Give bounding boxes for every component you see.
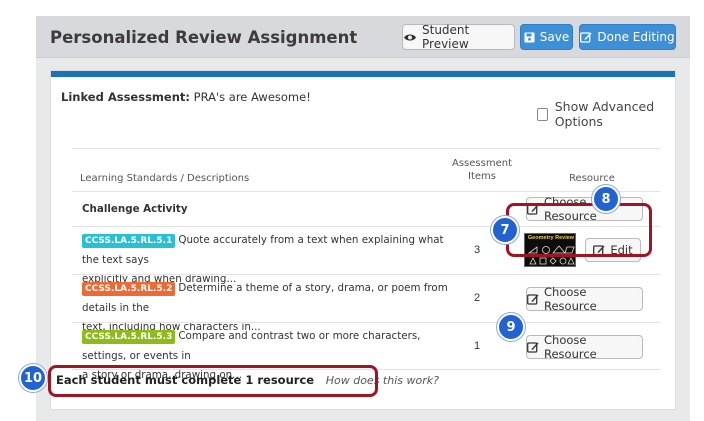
- col-header-items-line2: Items: [468, 171, 496, 182]
- standard-code-tag: CCSS.LA.5.RL.5.1: [82, 234, 176, 248]
- advanced-options-toggle[interactable]: Show Advanced Options: [537, 99, 675, 129]
- save-button[interactable]: Save: [520, 24, 573, 50]
- linked-assessment-value: PRA's are Awesome!: [193, 90, 311, 104]
- standard-code-tag: CCSS.LA.5.RL.5.3: [82, 330, 176, 344]
- assessment-item-count: 3: [474, 244, 481, 256]
- standard-code-tag: CCSS.LA.5.RL.5.2: [82, 282, 176, 296]
- highlight-box-resource: [506, 203, 652, 257]
- page-title: Personalized Review Assignment: [50, 28, 358, 47]
- choose-resource-label: Choose Resource: [544, 285, 597, 313]
- choose-resource-button[interactable]: Choose Resource: [526, 333, 643, 361]
- linked-assessment: Linked Assessment: PRA's are Awesome!: [61, 90, 311, 104]
- assessment-item-count: 1: [474, 340, 481, 352]
- callout-badge: 10: [19, 364, 47, 392]
- choose-resource-label: Choose Resource: [544, 333, 597, 361]
- student-preview-label: Student Preview: [422, 23, 470, 51]
- edit-icon: [580, 31, 592, 43]
- done-editing-button[interactable]: Done Editing: [579, 24, 676, 50]
- highlight-box-requirement: [48, 365, 378, 397]
- callout-badge: 9: [497, 313, 525, 341]
- linked-assessment-label: Linked Assessment:: [61, 90, 190, 104]
- edit-icon: [527, 293, 539, 305]
- col-header-resource: Resource: [569, 173, 615, 184]
- done-editing-label: Done Editing: [597, 30, 675, 44]
- callout-badge: 8: [592, 185, 620, 213]
- callout-badge: 7: [491, 216, 519, 244]
- floppy-disk-icon: [524, 32, 535, 43]
- save-label: Save: [539, 30, 570, 44]
- col-header-items-line1: Assessment: [452, 158, 512, 169]
- challenge-label: Challenge Activity: [82, 203, 188, 215]
- card-accent-bar: [51, 71, 675, 77]
- table-row: CCSS.LA.5.RL.5.2 Determine a theme of a s…: [72, 274, 660, 333]
- page-header: Personalized Review Assignment Student P…: [36, 16, 690, 58]
- col-header-items: Assessment Items: [452, 157, 512, 183]
- assessment-item-count: 2: [474, 292, 481, 304]
- advanced-options-label: Show Advanced Options: [554, 99, 655, 129]
- standards-table: Learning Standards / Descriptions Assess…: [72, 148, 660, 386]
- student-preview-button[interactable]: Student Preview: [402, 23, 515, 51]
- choose-resource-button[interactable]: Choose Resource: [526, 285, 643, 313]
- eye-icon: [403, 33, 417, 42]
- col-header-standards: Learning Standards / Descriptions: [80, 173, 250, 184]
- edit-icon: [527, 341, 539, 353]
- table-row: CCSS.LA.5.RL.5.3 Compare and contrast two…: [72, 322, 660, 381]
- advanced-options-checkbox[interactable]: [537, 107, 548, 121]
